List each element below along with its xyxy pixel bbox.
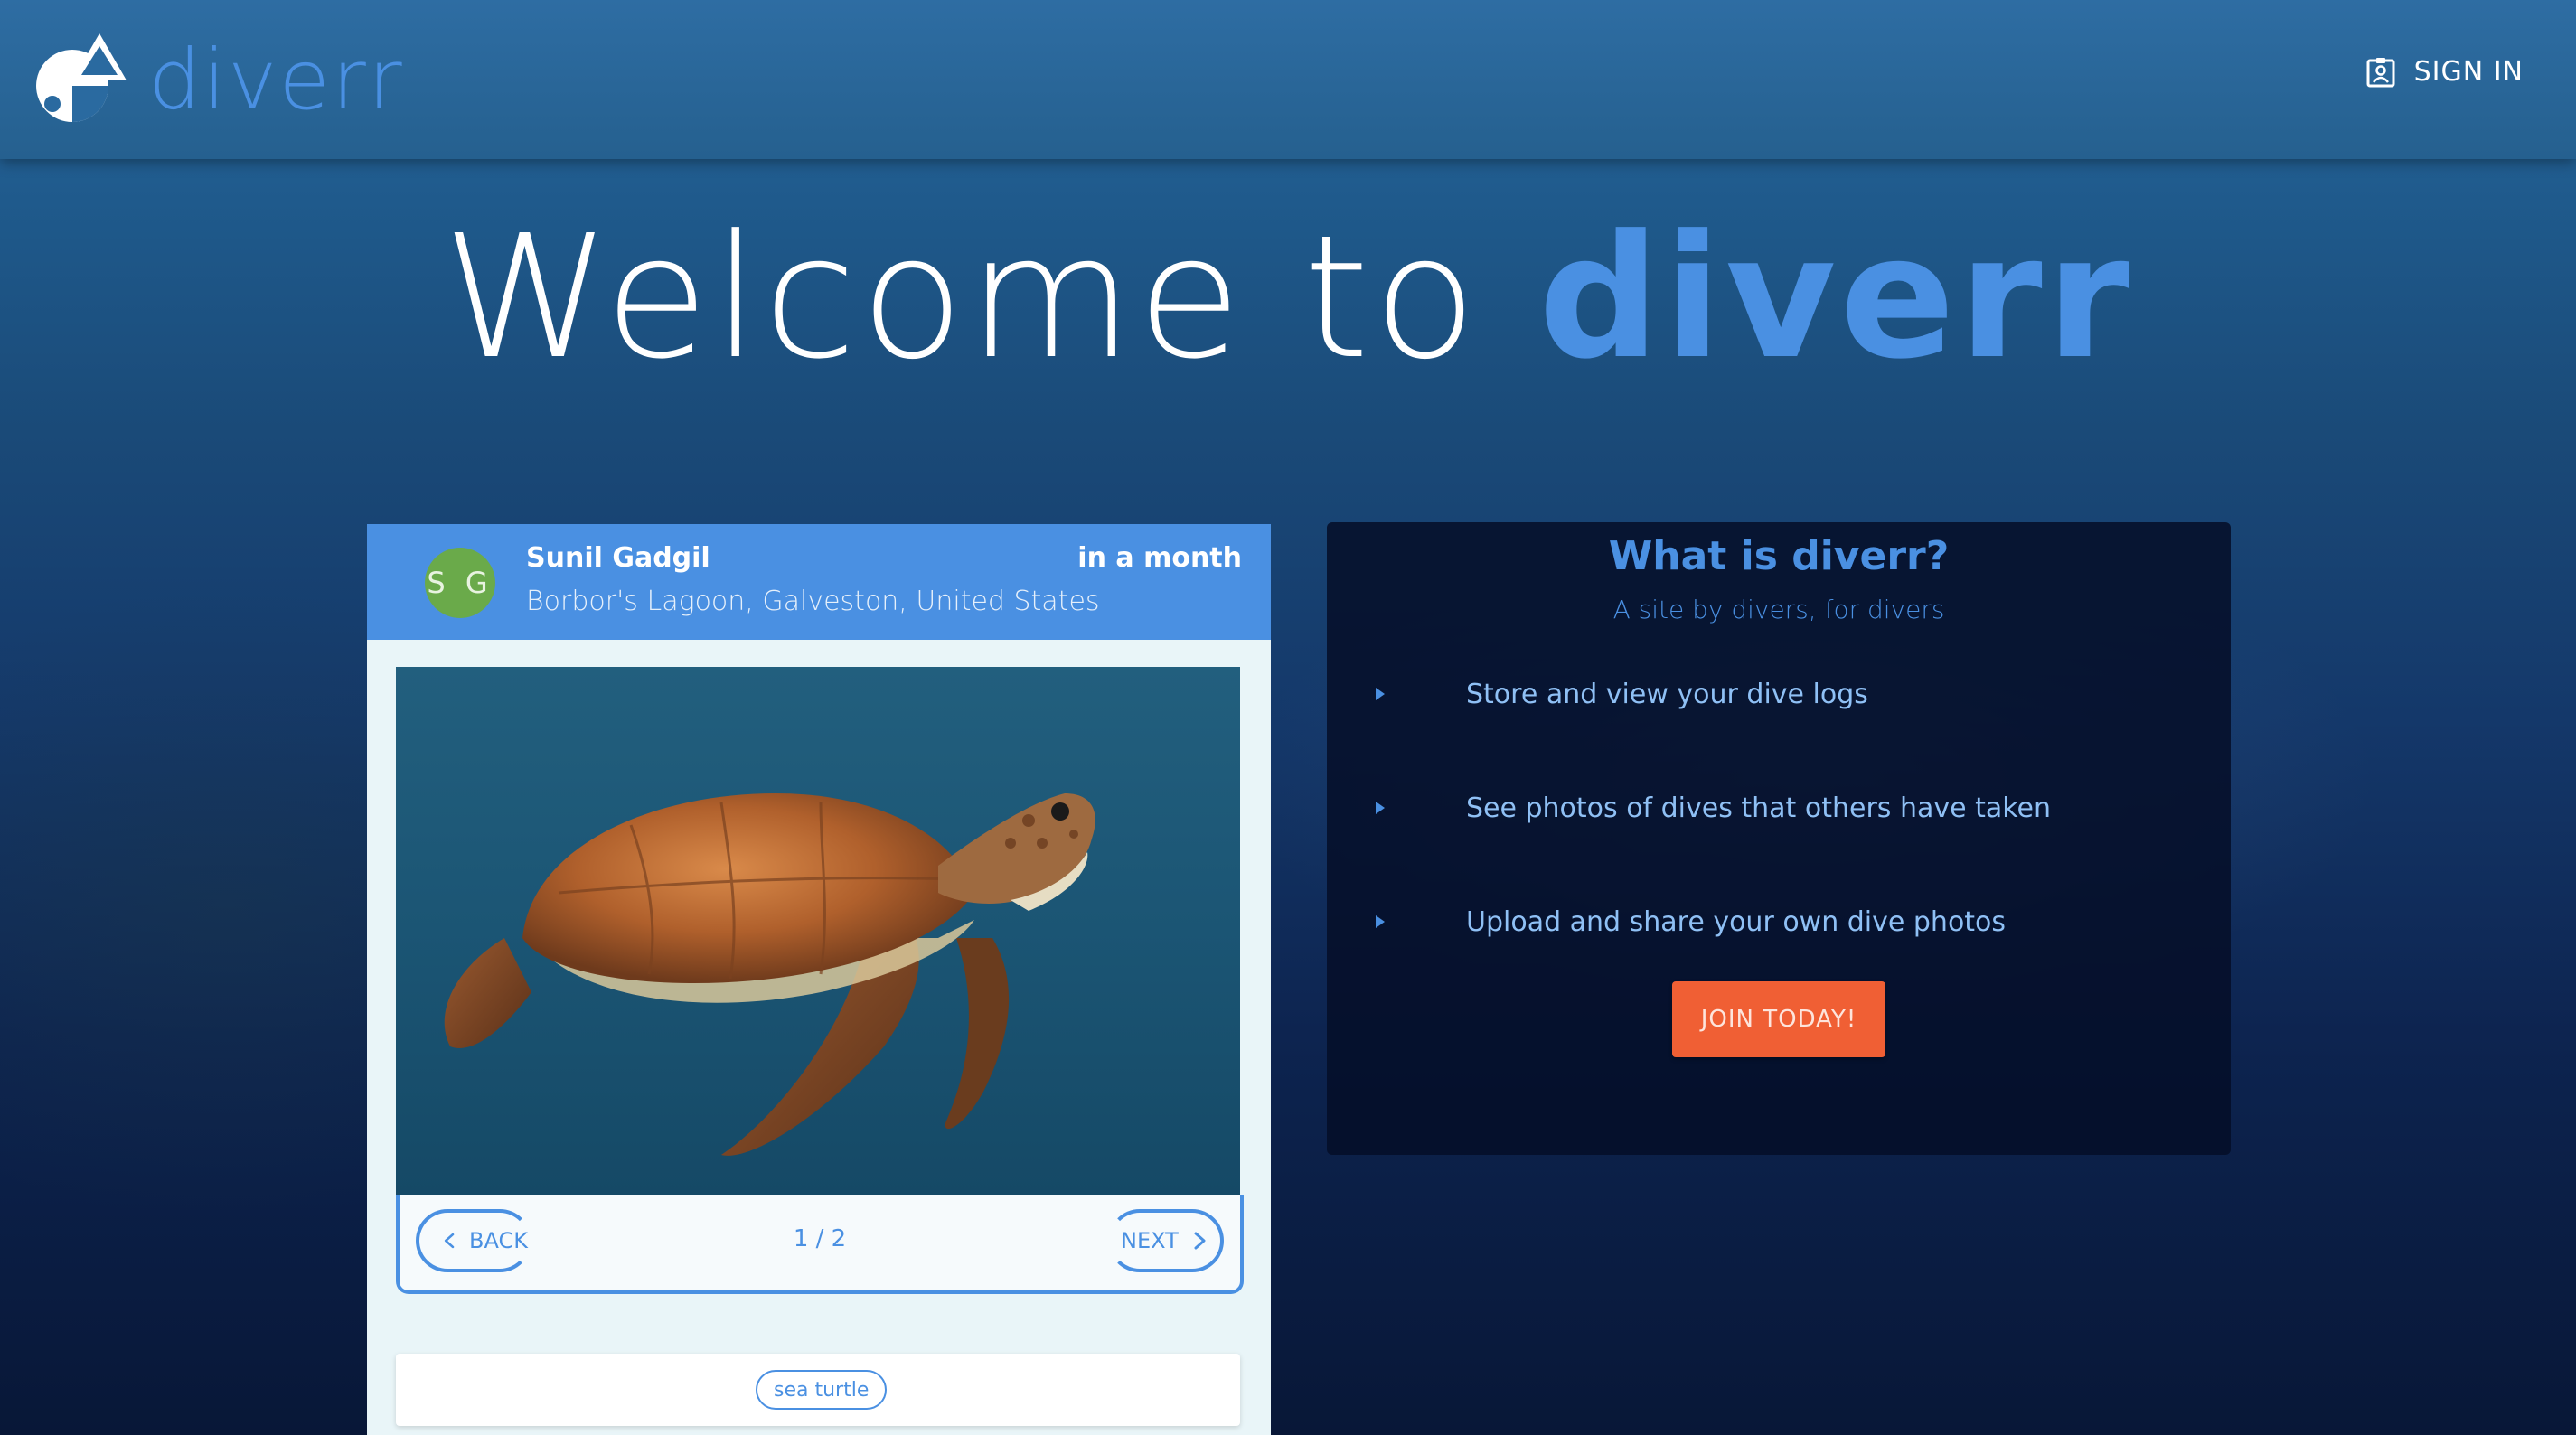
tag-list: sea turtle [396, 1354, 1240, 1426]
join-today-button[interactable]: JOIN TODAY! [1672, 981, 1885, 1057]
next-label: NEXT [1121, 1228, 1179, 1253]
about-subtitle: A site by divers, for divers [1612, 595, 1945, 624]
caret-right-icon [1376, 802, 1385, 814]
diverr-logo-icon [36, 33, 127, 122]
brand-home-link[interactable]: diverr [33, 31, 404, 130]
dive-card-header: S G Sunil Gadgil Borbor's Lagoon, Galves… [367, 524, 1271, 640]
page-title-accent: diverr [1537, 199, 2134, 397]
dive-time: in a month [1077, 542, 1242, 574]
dive-photo [396, 667, 1240, 1195]
diver-name[interactable]: Sunil Gadgil [526, 542, 710, 574]
sea-turtle-photo [444, 793, 1095, 1156]
page-title-prefix: Welcome to [442, 199, 1481, 397]
next-button[interactable]: NEXT [1108, 1209, 1224, 1272]
brand-name: diverr [148, 32, 404, 128]
feature-text: Store and view your dive logs [1466, 678, 1868, 710]
photo-pager: BACK 1 / 2 NEXT [396, 1195, 1244, 1294]
feature-item: Store and view your dive logs [1370, 676, 1868, 712]
caret-right-icon [1376, 688, 1385, 700]
about-panel: What is diverr? A site by divers, for di… [1327, 522, 2231, 1155]
feature-item: See photos of dives that others have tak… [1370, 790, 2051, 826]
feature-text: See photos of dives that others have tak… [1466, 792, 2052, 824]
caret-right-icon [1376, 915, 1385, 928]
feature-text: Upload and share your own dive photos [1466, 905, 2007, 938]
avatar[interactable]: S G [425, 548, 495, 618]
tag-chip[interactable]: sea turtle [756, 1370, 888, 1410]
id-badge-icon [2366, 57, 2395, 87]
top-nav: diverr SIGN IN [0, 0, 2576, 159]
about-title: What is diverr? [1608, 533, 1950, 579]
dive-card: S G Sunil Gadgil Borbor's Lagoon, Galves… [367, 524, 1271, 1435]
sign-in-label: SIGN IN [2413, 56, 2524, 88]
dive-location: Borbor's Lagoon, Galveston, United State… [526, 586, 1100, 617]
sign-in-button[interactable]: SIGN IN [2365, 56, 2524, 88]
chevron-right-icon [1194, 1232, 1206, 1250]
feature-item: Upload and share your own dive photos [1370, 904, 2006, 940]
page-title: Welcome to diverr [0, 208, 2576, 389]
